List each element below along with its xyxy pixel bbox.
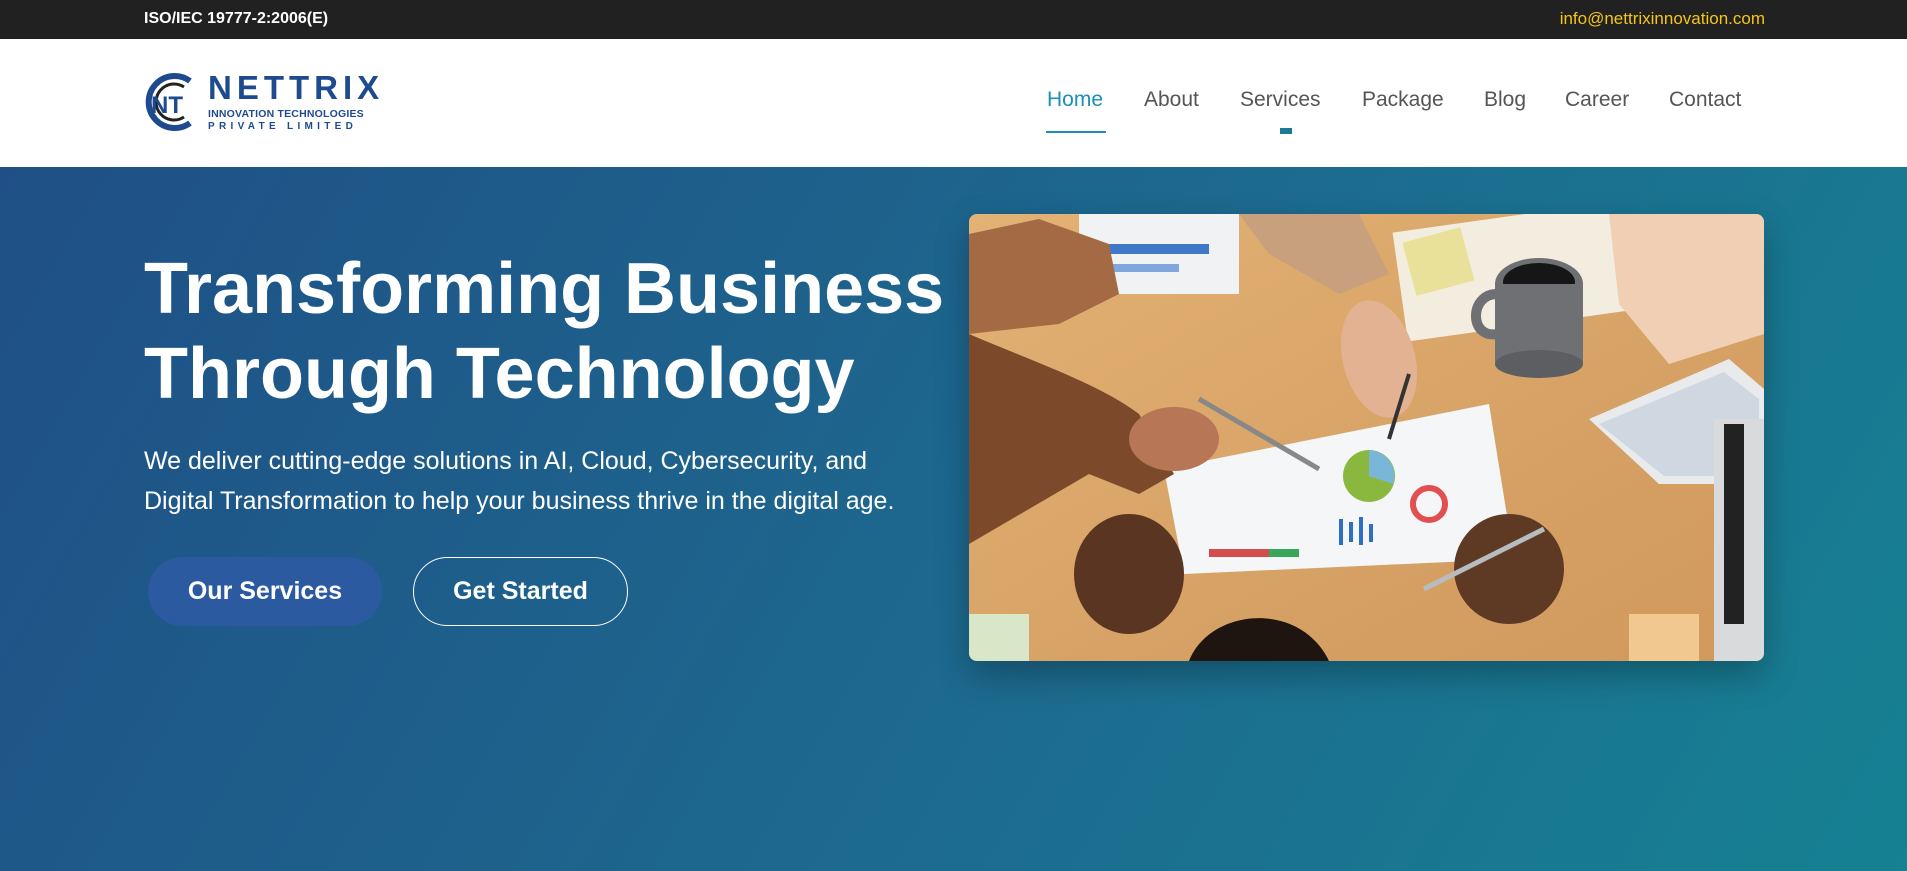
hero-image <box>969 214 1764 661</box>
email-link[interactable]: info@nettrixinnovation.com <box>1560 9 1765 29</box>
services-dropdown-indicator <box>1280 128 1292 134</box>
hero-title-line-2: Through Technology <box>144 334 855 414</box>
hero-title: Transforming Business Through Technology <box>144 247 964 417</box>
nav-about[interactable]: About <box>1144 88 1199 112</box>
nav-contact[interactable]: Contact <box>1669 88 1741 112</box>
nav-career[interactable]: Career <box>1565 88 1629 112</box>
navbar: NT NETTRIX INNOVATION TECHNOLOGIES PRIVA… <box>0 39 1907 167</box>
hero-description-line-2: Digital Transformation to help your busi… <box>144 487 895 515</box>
hero-section: Transforming Business Through Technology… <box>0 167 1907 871</box>
top-bar: ISO/IEC 19777-2:2006(E) info@nettrixinno… <box>0 0 1907 39</box>
nav-blog[interactable]: Blog <box>1484 88 1526 112</box>
our-services-button[interactable]: Our Services <box>148 557 382 626</box>
team-meeting-illustration <box>969 214 1764 661</box>
certification-text: ISO/IEC 19777-2:2006(E) <box>144 10 329 27</box>
hero-description: We deliver cutting-edge solutions in AI,… <box>144 441 964 521</box>
nav-services[interactable]: Services <box>1240 88 1321 112</box>
hero-title-line-1: Transforming Business <box>144 249 945 329</box>
get-started-button[interactable]: Get Started <box>413 557 628 626</box>
hero-description-line-1: We deliver cutting-edge solutions in AI,… <box>144 447 868 475</box>
main-navigation: Home About Services Package Blog Career … <box>0 88 1907 128</box>
active-nav-underline <box>1046 131 1106 133</box>
nav-package[interactable]: Package <box>1362 88 1444 112</box>
nav-home[interactable]: Home <box>1047 88 1103 112</box>
